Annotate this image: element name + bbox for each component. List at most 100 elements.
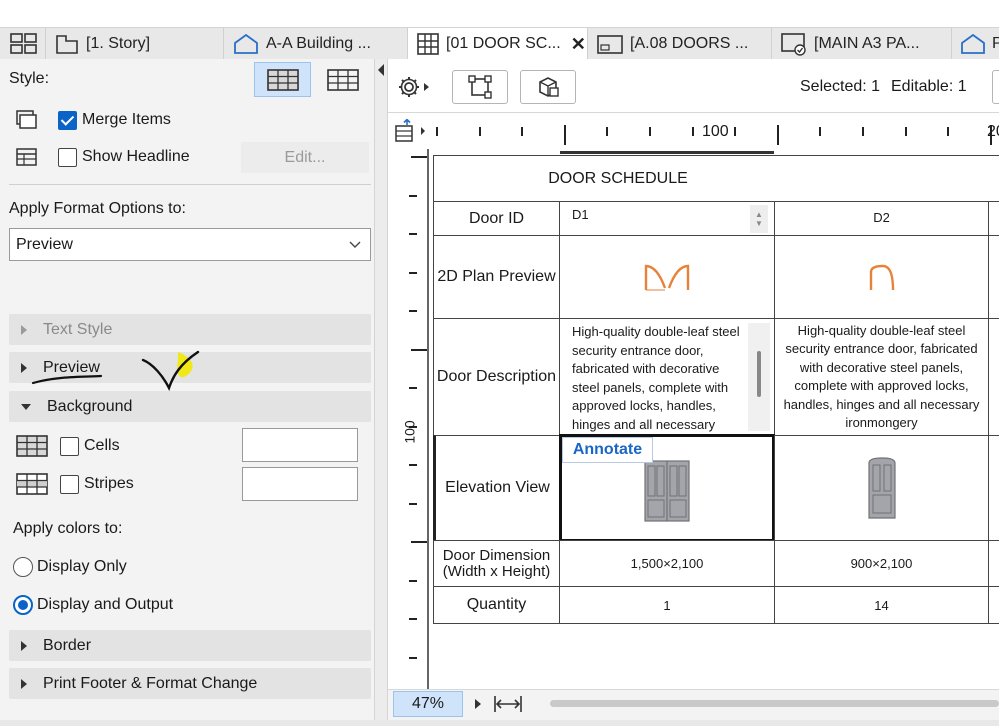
tab-more[interactable]: P <box>952 28 999 59</box>
quantity-cell[interactable]: 1 <box>559 586 775 624</box>
door-id-text: D1 <box>572 207 589 222</box>
dimension-text: 1,500×2,100 <box>630 556 704 571</box>
section-house-icon <box>961 33 985 54</box>
label-text: (Width x Height) <box>442 562 551 580</box>
id-stepper[interactable]: ▲ ▼ <box>750 205 768 233</box>
horizontal-scrollbar[interactable] <box>550 700 999 707</box>
door-id-cell[interactable] <box>988 201 999 236</box>
merge-items-row: Merge Items <box>16 108 171 132</box>
section-label: Text Style <box>43 320 113 338</box>
description-cell-editing[interactable]: High-quality double-leaf steel security … <box>559 318 775 436</box>
label-text: Door Dimension <box>442 546 551 564</box>
section-border[interactable]: Border <box>9 630 371 661</box>
show-headline-row: Show Headline <box>16 145 190 169</box>
stripes-color-swatch[interactable] <box>242 467 358 501</box>
cells-row: Cells <box>16 433 120 459</box>
description-cell[interactable]: High-quality double-leaf steel security … <box>774 318 989 436</box>
collapse-arrow-icon <box>21 403 31 410</box>
chevron-down-icon <box>349 241 361 248</box>
ruler-label-200: 20 <box>987 123 999 140</box>
description-cell[interactable] <box>988 318 999 436</box>
zoom-field[interactable]: 47% <box>393 691 463 717</box>
row-label-description: Door Description <box>433 318 560 436</box>
plan-preview-cell[interactable] <box>774 235 989 319</box>
section-print-footer[interactable]: Print Footer & Format Change <box>9 668 371 699</box>
label-text: Quantity <box>466 596 527 613</box>
ruler-tick <box>409 194 417 197</box>
plan-preview-cell[interactable] <box>988 235 999 319</box>
ruler-tick <box>649 127 651 136</box>
elevation-cell[interactable] <box>988 435 999 541</box>
display-only-radio[interactable] <box>13 557 33 577</box>
ruler-tick <box>411 541 427 543</box>
display-output-option[interactable]: Display and Output <box>13 593 173 617</box>
ruler-tick <box>411 348 427 351</box>
select-tool-button[interactable] <box>452 70 508 104</box>
apply-format-label: Apply Format Options to: <box>9 200 186 217</box>
style-grid-button[interactable] <box>314 62 371 97</box>
dimension-cell[interactable] <box>988 540 999 587</box>
tab-main-layout[interactable]: [MAIN A3 PA... <box>772 28 952 59</box>
cells-color-swatch[interactable] <box>242 428 358 462</box>
zoom-menu-button[interactable] <box>467 691 489 717</box>
section-background[interactable]: Background <box>9 391 371 422</box>
apply-format-dropdown[interactable]: Preview <box>9 228 371 261</box>
display-output-radio[interactable] <box>13 595 33 615</box>
door-id-cell[interactable]: D1 ▲ ▼ <box>559 201 775 236</box>
show-headline-label: Show Headline <box>82 148 190 165</box>
tab-story[interactable]: [1. Story] <box>46 28 224 59</box>
quantity-cell[interactable]: 14 <box>774 586 989 624</box>
schedule-title-text: DOOR SCHEDULE <box>548 169 688 187</box>
row-label-elevation: Elevation View <box>433 435 560 541</box>
merge-items-checkbox[interactable] <box>58 110 77 130</box>
edit-button[interactable]: Edit... <box>241 142 369 173</box>
door-id-cell[interactable]: D2 <box>774 201 989 236</box>
cells-checkbox[interactable] <box>60 436 79 456</box>
annotate-button[interactable]: Annotate <box>562 437 653 463</box>
elevation-cell[interactable] <box>774 435 989 541</box>
style-grid-button-active[interactable] <box>254 62 311 97</box>
stripes-row: Stripes <box>16 471 134 497</box>
description-scrollbar[interactable] <box>748 323 770 431</box>
ruler-tick <box>409 502 417 505</box>
section-text-style[interactable]: Text Style <box>9 314 371 345</box>
ruler-tick <box>563 125 566 145</box>
quantity-text: 1 <box>663 597 671 613</box>
tab-view-toggle[interactable] <box>0 28 46 59</box>
window-bottom-edge <box>0 720 999 726</box>
panel-splitter[interactable] <box>374 59 388 720</box>
label-text: 2D Plan Preview <box>437 268 556 285</box>
collapse-panel-icon[interactable] <box>376 63 386 77</box>
ruler-settings-button[interactable] <box>394 118 426 144</box>
show-headline-checkbox[interactable] <box>58 147 77 167</box>
ruler-tick <box>819 127 822 136</box>
menu-arrow-icon <box>424 83 429 91</box>
grid-view-icon <box>10 32 37 54</box>
ruler-tick <box>436 127 438 136</box>
description-text: High-quality double-leaf steel security … <box>572 324 740 432</box>
ruler-tick <box>409 464 417 466</box>
tab-section[interactable]: A-A Building ... <box>224 28 408 59</box>
display-only-option[interactable]: Display Only <box>13 555 127 579</box>
ruler-tick <box>947 127 950 136</box>
tab-label: [1. Story] <box>86 34 151 52</box>
toolbar-cut-button[interactable] <box>992 70 999 104</box>
stripes-checkbox[interactable] <box>60 474 79 494</box>
tab-doors-layout[interactable]: [A.08 DOORS ... <box>588 28 772 59</box>
label-text: Door Description <box>436 368 557 385</box>
close-icon[interactable]: ✕ <box>571 34 586 55</box>
arrow-right-icon <box>421 127 425 135</box>
quantity-cell[interactable] <box>988 586 999 624</box>
settings-menu-button[interactable] <box>393 70 435 104</box>
tab-label: P <box>992 34 999 52</box>
ruler-tick <box>776 125 779 145</box>
section-label: Background <box>47 397 133 415</box>
dimension-cell[interactable]: 900×2,100 <box>774 540 989 587</box>
3d-object-button[interactable] <box>520 70 576 104</box>
label-text: Door ID <box>468 209 525 227</box>
fit-width-button[interactable] <box>491 691 525 717</box>
dimension-cell[interactable]: 1,500×2,100 <box>559 540 775 587</box>
tab-door-schedule[interactable]: [01 DOOR SC... ✕ <box>408 28 588 60</box>
plan-preview-cell[interactable] <box>559 235 775 319</box>
editable-count: Editable: 1 <box>891 78 967 95</box>
